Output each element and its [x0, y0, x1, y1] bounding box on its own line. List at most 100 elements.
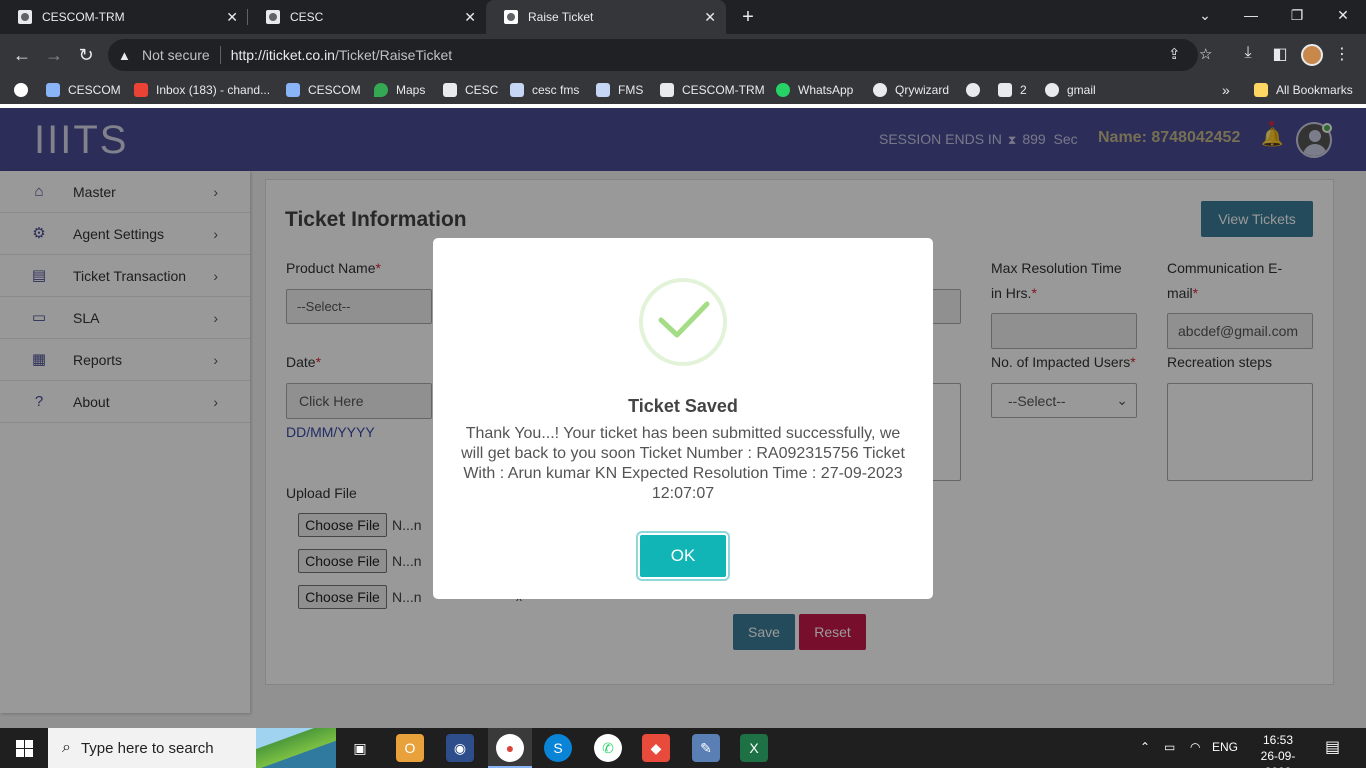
- bookmark-label: 2: [1020, 83, 1027, 97]
- taskbar-search[interactable]: ⌕ Type here to search: [48, 728, 336, 768]
- tab-cescom-trm[interactable]: CESCOM-TRM ✕: [0, 0, 248, 34]
- success-check-icon: [639, 278, 727, 366]
- url-text[interactable]: http://iticket.co.in/Ticket/RaiseTicket: [231, 47, 453, 63]
- cesc-icon: [443, 83, 457, 97]
- folder-icon: [1254, 83, 1268, 97]
- bookmark-item[interactable]: WhatsApp: [776, 81, 853, 99]
- bookmark-item[interactable]: Maps: [374, 81, 425, 99]
- dialog-title: Ticket Saved: [628, 396, 738, 416]
- clock-date: 26-09-2023: [1260, 749, 1296, 768]
- download-icon[interactable]: ⤓: [1237, 44, 1259, 62]
- bookmark-label: Qrywizard: [895, 83, 950, 97]
- bookmark-label: gmail: [1067, 83, 1096, 97]
- bookmark-item[interactable]: Qrywizard: [873, 81, 949, 99]
- bookmark-item[interactable]: CESCOM: [46, 81, 121, 99]
- bookmark-label: CESC: [465, 83, 499, 97]
- paint-icon[interactable]: ✎: [692, 734, 720, 762]
- window-close-icon[interactable]: ✕: [1323, 0, 1363, 34]
- chrome-icon[interactable]: ●: [496, 734, 524, 762]
- gmail-icon: [134, 83, 148, 97]
- cesc-icon: [998, 83, 1012, 97]
- share-icon[interactable]: ⇪: [1168, 45, 1181, 63]
- search-highlight-image: [256, 728, 336, 768]
- url-path: /Ticket/RaiseTicket: [334, 47, 453, 63]
- battery-icon[interactable]: ▭: [1164, 740, 1175, 754]
- bookmark-label: CESCOM-TRM: [682, 83, 765, 97]
- bookmark-label: WhatsApp: [798, 83, 854, 97]
- bookmark-item[interactable]: 2: [998, 81, 1027, 99]
- ok-button[interactable]: OK: [638, 533, 728, 579]
- bookmark-label: Maps: [396, 83, 426, 97]
- bookmark-label: CESCOM: [308, 83, 361, 97]
- address-divider: [219, 46, 221, 64]
- profile-avatar[interactable]: [1301, 44, 1323, 66]
- windows-taskbar: ⌕ Type here to search ▣ O ◉ ● S ✆ ◆ ✎ X …: [0, 728, 1366, 768]
- task-view-icon[interactable]: ▣: [346, 734, 374, 762]
- notification-center-icon[interactable]: ▤: [1325, 737, 1340, 757]
- clock-time: 16:53: [1262, 733, 1294, 747]
- ticket-saved-dialog: Ticket Saved Thank You...! Your ticket h…: [433, 238, 933, 599]
- tab-search-chevron-icon[interactable]: ⌄: [1185, 0, 1225, 34]
- url-host: http://iticket.co.in: [230, 47, 335, 63]
- more-bookmarks-chevron[interactable]: »: [1222, 81, 1230, 99]
- forward-arrow-icon[interactable]: →: [41, 42, 67, 68]
- media-app-icon[interactable]: ◉: [446, 734, 474, 762]
- close-icon[interactable]: ✕: [464, 9, 476, 26]
- restore-icon[interactable]: ❐: [1277, 0, 1317, 34]
- bookmark-label: Inbox (183) - chand...: [156, 83, 271, 97]
- bookmark-label: FMS: [618, 83, 644, 97]
- language-indicator[interactable]: ENG: [1212, 740, 1238, 754]
- ticket-icon: [504, 10, 518, 24]
- tab-title: CESCOM-TRM: [42, 10, 125, 24]
- all-bookmarks[interactable]: All Bookmarks: [1254, 81, 1353, 99]
- tab-cesc[interactable]: CESC ✕: [248, 0, 486, 34]
- menu-dots-icon[interactable]: ⋮: [1331, 44, 1353, 64]
- bookmark-item[interactable]: CESCOM: [286, 81, 361, 99]
- cesc-icon: [266, 10, 280, 24]
- browser-tab-strip: CESCOM-TRM ✕ CESC ✕ Raise Ticket ✕ + ⌄ —…: [0, 0, 1366, 34]
- anydesk-icon[interactable]: ◆: [642, 734, 670, 762]
- eye-icon: [286, 83, 300, 97]
- bookmark-item[interactable]: CESC: [443, 81, 498, 99]
- tab-title: CESC: [290, 10, 324, 24]
- cesc-icon: [660, 83, 674, 97]
- outlook-icon[interactable]: O: [396, 734, 424, 762]
- skype-icon[interactable]: S: [544, 734, 572, 762]
- security-label[interactable]: Not secure: [142, 47, 210, 63]
- bookmark-item[interactable]: FMS: [596, 81, 643, 99]
- side-panel-icon[interactable]: ◧: [1269, 44, 1291, 64]
- bookmark-item[interactable]: [966, 81, 988, 99]
- page-icon: [510, 83, 524, 97]
- address-toolbar: ← → ↻ ▲ Not secure http://iticket.co.in/…: [0, 34, 1366, 76]
- bookmark-item[interactable]: gmail: [1045, 81, 1096, 99]
- bookmark-item[interactable]: cesc fms: [510, 81, 579, 99]
- bookmark-star-icon[interactable]: ☆: [1199, 45, 1212, 63]
- address-bar[interactable]: ▲ Not secure http://iticket.co.in/Ticket…: [108, 39, 1212, 71]
- dialog-message: Thank You...! Your ticket has been submi…: [461, 425, 905, 502]
- bookmarks-bar: CESCOM Inbox (183) - chand... CESCOM Map…: [0, 76, 1366, 104]
- back-arrow-icon[interactable]: ←: [9, 42, 35, 68]
- tab-raise-ticket[interactable]: Raise Ticket ✕: [486, 0, 726, 34]
- minimize-icon[interactable]: —: [1231, 0, 1271, 34]
- reload-icon[interactable]: ↻: [73, 42, 99, 68]
- windows-start-icon[interactable]: [0, 728, 48, 768]
- search-icon: ⌕: [62, 739, 71, 756]
- google-icon[interactable]: [14, 81, 28, 99]
- globe-icon: [966, 83, 980, 97]
- new-tab-plus-icon[interactable]: +: [738, 4, 758, 30]
- bookmark-item[interactable]: CESCOM-TRM: [660, 81, 765, 99]
- eye-icon: [46, 83, 60, 97]
- excel-icon[interactable]: X: [740, 734, 768, 762]
- tray-chevron-up-icon[interactable]: ⌃: [1140, 740, 1150, 754]
- all-bookmarks-label: All Bookmarks: [1276, 83, 1353, 97]
- warning-icon[interactable]: ▲: [118, 48, 134, 63]
- bookmark-item[interactable]: Inbox (183) - chand...: [134, 81, 270, 99]
- globe-icon: [873, 83, 887, 97]
- cesc-icon: [18, 10, 32, 24]
- close-icon[interactable]: ✕: [226, 9, 238, 26]
- wifi-icon[interactable]: ◠: [1190, 740, 1200, 754]
- whatsapp-icon[interactable]: ✆: [594, 734, 622, 762]
- close-icon[interactable]: ✕: [704, 9, 716, 26]
- taskbar-clock[interactable]: 16:53 26-09-2023: [1248, 732, 1308, 768]
- bookmark-label: cesc fms: [532, 83, 580, 97]
